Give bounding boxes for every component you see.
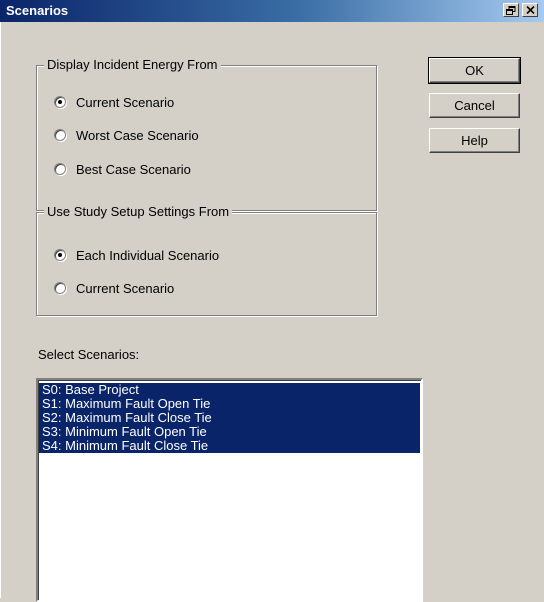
cancel-button[interactable]: Cancel [429, 93, 520, 118]
radio-worst-case-control[interactable] [54, 129, 66, 141]
title-bar[interactable]: Scenarios [0, 0, 544, 22]
list-item[interactable]: S4: Minimum Fault Close Tie [39, 439, 420, 453]
radio-setup-current-scenario[interactable]: Current Scenario [54, 279, 174, 297]
restore-icon [506, 5, 516, 15]
radio-label: Each Individual Scenario [76, 247, 220, 263]
list-item[interactable]: S1: Maximum Fault Open Tie [39, 397, 420, 411]
radio-label: Best Case Scenario [76, 161, 191, 177]
close-icon [525, 6, 535, 14]
incident-energy-legend: Display Incident Energy From [44, 57, 221, 72]
scenario-listbox[interactable]: S0: Base Project S1: Maximum Fault Open … [36, 378, 423, 602]
help-button[interactable]: Help [429, 128, 520, 153]
radio-best-case-scenario[interactable]: Best Case Scenario [54, 160, 191, 178]
radio-best-case-control[interactable] [54, 163, 66, 175]
radio-each-individual-scenario[interactable]: Each Individual Scenario [54, 246, 219, 264]
dialog-body: Display Incident Energy From Current Sce… [0, 22, 544, 602]
window-title: Scenarios [6, 3, 69, 18]
incident-energy-group: Display Incident Energy From Current Sce… [36, 57, 377, 211]
radio-each-individual-control[interactable] [54, 249, 66, 261]
restore-button[interactable] [503, 3, 519, 17]
close-button[interactable] [522, 3, 538, 17]
list-item[interactable]: S0: Base Project [39, 383, 420, 397]
study-setup-legend: Use Study Setup Settings From [44, 204, 233, 219]
select-scenarios-label: Select Scenarios: [38, 347, 140, 362]
radio-worst-case-scenario[interactable]: Worst Case Scenario [54, 126, 199, 144]
radio-current-scenario-control[interactable] [54, 96, 66, 108]
radio-label: Current Scenario [76, 280, 175, 296]
radio-setup-current-control[interactable] [54, 282, 66, 294]
radio-label: Worst Case Scenario [76, 127, 199, 143]
list-item[interactable]: S3: Minimum Fault Open Tie [39, 425, 420, 439]
ok-button[interactable]: OK [428, 57, 521, 84]
study-setup-group: Use Study Setup Settings From Each Indiv… [36, 204, 377, 316]
radio-label: Current Scenario [76, 94, 175, 110]
radio-current-scenario[interactable]: Current Scenario [54, 93, 174, 111]
list-item[interactable]: S2: Maximum Fault Close Tie [39, 411, 420, 425]
